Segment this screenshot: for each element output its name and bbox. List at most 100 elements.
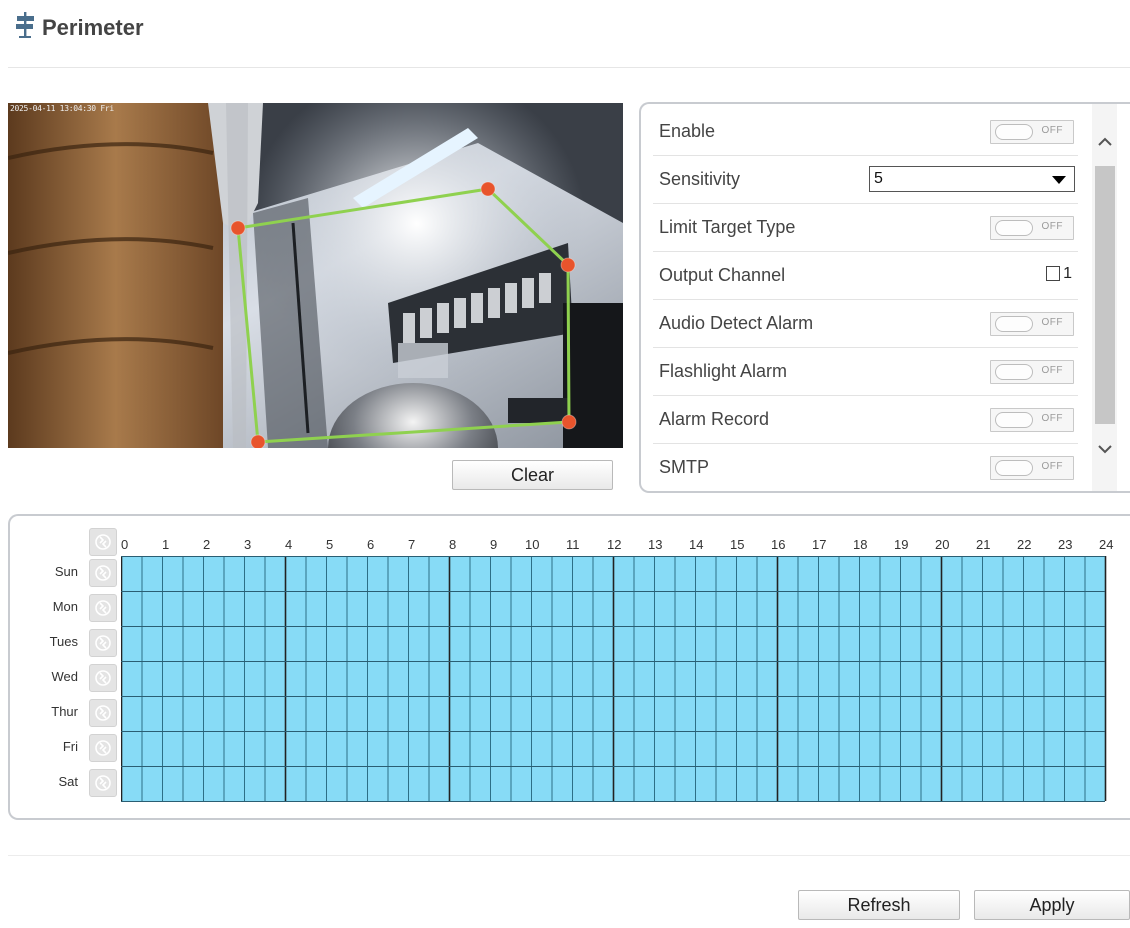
osd-timestamp: 2025-04-11 13:04:30 Fri — [10, 104, 114, 113]
header-divider — [8, 67, 1130, 68]
video-preview[interactable]: 2025-04-11 13:04:30 Fri — [8, 103, 623, 448]
enable-label: Enable — [659, 121, 716, 141]
hour-label: 22 — [1017, 537, 1032, 552]
apply-button[interactable]: Apply — [974, 890, 1130, 920]
toggle-day-icon — [95, 600, 111, 616]
hour-label: 5 — [326, 537, 334, 552]
day-toggle-button[interactable] — [89, 699, 117, 727]
toggle-day-icon — [95, 565, 111, 581]
hour-label: 19 — [894, 537, 909, 552]
toggle-state: OFF — [1041, 125, 1063, 136]
smtp-row: SMTP OFF — [653, 444, 1078, 491]
toggle-knob — [995, 220, 1033, 236]
day-toggle-button[interactable] — [89, 594, 117, 622]
toggle-day-icon — [95, 635, 111, 651]
settings-scrollbar[interactable] — [1092, 104, 1117, 491]
toggle-day-icon — [95, 740, 111, 756]
day-toggle-button[interactable] — [89, 734, 117, 762]
hour-label: 6 — [367, 537, 375, 552]
day-toggle-button[interactable] — [89, 769, 117, 797]
hour-label: 0 — [121, 537, 129, 552]
hour-label: 4 — [285, 537, 293, 552]
footer-divider — [8, 855, 1130, 856]
flashlight-alarm-row: Flashlight Alarm OFF — [653, 348, 1078, 396]
toggle-state: OFF — [1041, 413, 1063, 424]
hour-label: 10 — [525, 537, 540, 552]
enable-row: Enable OFF — [653, 108, 1078, 156]
hour-label: 15 — [730, 537, 745, 552]
sensitivity-value: 5 — [874, 170, 883, 187]
settings-panel: Enable OFF Sensitivity 5 Limit Target Ty… — [639, 102, 1130, 493]
hour-label: 12 — [607, 537, 622, 552]
day-label: Thur — [51, 704, 78, 719]
toggle-state: OFF — [1041, 317, 1063, 328]
hour-label: 11 — [566, 537, 580, 552]
select-all-button[interactable] — [89, 528, 117, 556]
day-toggle-button[interactable] — [89, 629, 117, 657]
output-channel-checkbox[interactable] — [1046, 266, 1060, 281]
day-toggle-button[interactable] — [89, 664, 117, 692]
day-label: Tues — [49, 634, 78, 649]
toggle-knob — [995, 124, 1033, 140]
toggle-knob — [995, 364, 1033, 380]
scrollbar-thumb[interactable] — [1095, 166, 1115, 424]
alarm-record-row: Alarm Record OFF — [653, 396, 1078, 444]
enable-toggle[interactable]: OFF — [990, 120, 1074, 144]
page-title: Perimeter — [42, 15, 144, 40]
limit-target-type-row: Limit Target Type OFF — [653, 204, 1078, 252]
audio-detect-alarm-toggle[interactable]: OFF — [990, 312, 1074, 336]
smtp-toggle[interactable]: OFF — [990, 456, 1074, 480]
day-label: Fri — [62, 739, 78, 754]
hour-label: 14 — [689, 537, 704, 552]
hour-label: 18 — [853, 537, 868, 552]
sensitivity-row: Sensitivity 5 — [653, 156, 1078, 204]
toggle-knob — [995, 412, 1033, 428]
sensitivity-label: Sensitivity — [659, 169, 741, 189]
hour-label: 20 — [935, 537, 950, 552]
hour-label: 24 — [1099, 537, 1114, 552]
toggle-knob — [995, 316, 1033, 332]
alarm-record-toggle[interactable]: OFF — [990, 408, 1074, 432]
audio-detect-alarm-label: Audio Detect Alarm — [659, 313, 814, 333]
output-channel-number: 1 — [1063, 265, 1072, 282]
toggle-all-icon — [95, 534, 111, 550]
smtp-label: SMTP — [659, 457, 710, 477]
chevron-down-icon[interactable] — [1095, 439, 1115, 459]
toggle-state: OFF — [1041, 365, 1063, 376]
schedule-grid[interactable] — [121, 556, 1109, 804]
hour-label: 7 — [408, 537, 416, 552]
toggle-state: OFF — [1041, 221, 1063, 232]
toggle-knob — [995, 460, 1033, 476]
hour-label: 21 — [976, 537, 991, 552]
output-channel-label: Output Channel — [659, 265, 786, 285]
hour-label: 17 — [812, 537, 827, 552]
day-toggle-button[interactable] — [89, 559, 117, 587]
clear-button[interactable]: Clear — [452, 460, 613, 490]
flashlight-alarm-label: Flashlight Alarm — [659, 361, 788, 381]
audio-detect-alarm-row: Audio Detect Alarm OFF — [653, 300, 1078, 348]
limit-target-type-toggle[interactable]: OFF — [990, 216, 1074, 240]
day-label: Sat — [58, 774, 78, 789]
limit-target-type-label: Limit Target Type — [659, 217, 796, 237]
alarm-record-label: Alarm Record — [659, 409, 770, 429]
flashlight-alarm-toggle[interactable]: OFF — [990, 360, 1074, 384]
day-label: Sun — [54, 564, 78, 579]
toggle-day-icon — [95, 775, 111, 791]
camera-frame — [8, 103, 623, 448]
signpost-icon — [16, 12, 34, 38]
chevron-up-icon[interactable] — [1095, 132, 1115, 152]
hour-label: 3 — [244, 537, 252, 552]
sensitivity-select[interactable]: 5 — [869, 166, 1075, 192]
output-channel-row: Output Channel 1 — [653, 252, 1078, 300]
toggle-day-icon — [95, 670, 111, 686]
hour-label: 8 — [449, 537, 457, 552]
chevron-down-icon — [1052, 176, 1066, 184]
hour-label: 2 — [203, 537, 211, 552]
hour-label: 1 — [162, 537, 170, 552]
toggle-day-icon — [95, 705, 111, 721]
refresh-button[interactable]: Refresh — [798, 890, 960, 920]
hour-label: 9 — [490, 537, 498, 552]
day-label: Wed — [51, 669, 79, 684]
page-header: Perimeter — [0, 0, 1130, 70]
hour-label: 13 — [648, 537, 663, 552]
